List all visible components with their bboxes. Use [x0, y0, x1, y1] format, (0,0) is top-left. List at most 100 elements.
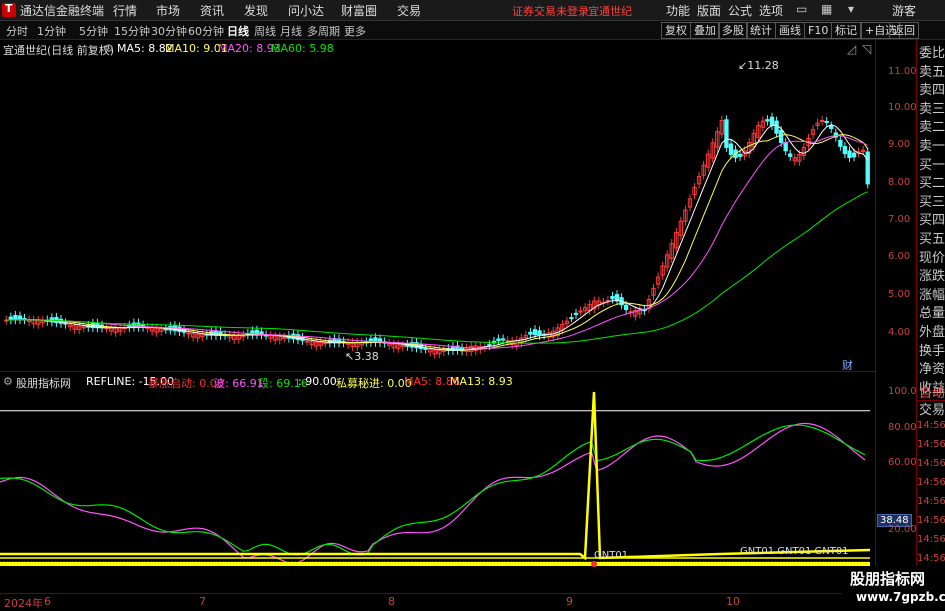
bo-line — [0, 422, 866, 564]
indicator-chart[interactable]: GNT01 GNT01 GNT01 GNT01 — [0, 388, 875, 593]
x-label: 10 — [726, 595, 740, 608]
menu-shichang[interactable]: 市场 — [156, 2, 180, 19]
stats-button[interactable]: 统计 — [746, 22, 776, 39]
ma20-line — [6, 135, 868, 349]
quote-label: 换手 — [919, 343, 945, 359]
window-icon[interactable]: ▭ — [796, 2, 807, 16]
maximize-icon[interactable]: ◿ — [847, 42, 856, 56]
price-tick: 6.00 — [888, 251, 911, 262]
candle-body — [610, 295, 615, 300]
sub-chart-info: ⚙ 股朋指标网 REFLINE: -15.00 暴涨启动: 0.00 波: 66… — [0, 372, 880, 390]
signal-spike — [0, 391, 871, 561]
kline-chart[interactable]: ↙11.28 ↖3.38 财 — [0, 56, 875, 370]
duan-line — [0, 424, 866, 556]
more-icon[interactable]: ▾ — [848, 2, 854, 16]
candle-body — [865, 151, 870, 185]
draw-line-button[interactable]: 画线 — [775, 22, 805, 39]
candle-body — [788, 153, 793, 157]
menu-gongneng[interactable]: 功能 — [666, 2, 690, 19]
quote-label: 净资 — [919, 362, 945, 378]
sub-settings-icon[interactable]: ⚙ — [3, 375, 13, 388]
period-toolbar: 分时 1分钟 5分钟 15分钟 30分钟 60分钟 日线 周线 月线 多周期 更… — [0, 21, 945, 40]
candle-body — [724, 119, 729, 148]
period-fenshi[interactable]: 分时 — [6, 23, 28, 39]
fuquan-button[interactable]: 复权 — [661, 22, 691, 39]
menu-gongshi[interactable]: 公式 — [728, 2, 752, 19]
candle-body — [819, 120, 825, 123]
menu-faxian[interactable]: 发现 — [244, 2, 268, 19]
ma60-label: MA60: 5.98 — [271, 42, 334, 55]
sub-tick: 80.00 — [888, 422, 917, 433]
menu-wenxiaoda[interactable]: 问小达 — [288, 2, 324, 19]
grid-icon[interactable]: ▦ — [821, 2, 832, 16]
period-15min[interactable]: 15分钟 — [114, 23, 150, 39]
period-30min[interactable]: 30分钟 — [151, 23, 187, 39]
menu-jiaoyi[interactable]: 交易 — [397, 2, 421, 19]
menu-xuanxiang[interactable]: 选项 — [759, 2, 783, 19]
quote-label: 卖一 — [919, 139, 945, 154]
f10-button[interactable]: F10 — [804, 22, 833, 39]
quote-label: 现价 — [919, 250, 945, 266]
candle-body — [282, 336, 287, 339]
time-tick: 14:56 — [917, 420, 945, 431]
settings-icon[interactable]: ⚙ — [104, 42, 114, 55]
expand-icon[interactable]: ◹ — [862, 42, 871, 56]
candle-body — [569, 317, 574, 320]
mark-button[interactable]: 标记 — [831, 22, 861, 39]
candle-body — [13, 314, 18, 321]
period-daily[interactable]: 日线 — [227, 23, 249, 39]
candle-body — [824, 120, 829, 123]
multi-stock-button[interactable]: 多股 — [718, 22, 748, 39]
menu-zixun[interactable]: 资讯 — [200, 2, 224, 19]
trade-label[interactable]: 交易 — [919, 402, 945, 421]
guest-label[interactable]: 游客 — [892, 2, 916, 19]
x-axis-line — [0, 593, 875, 594]
candle-body — [847, 150, 852, 158]
candle-body — [532, 329, 538, 336]
v90-label: : 90.00 — [298, 375, 337, 388]
bottom-band — [0, 562, 870, 566]
quote-label: 卖二 — [919, 120, 945, 136]
gnt-label: GNT01 — [594, 550, 628, 561]
price-tick: 11.00 — [888, 66, 917, 77]
quote-label: 卖三 — [919, 101, 945, 117]
candle-body — [838, 139, 843, 147]
time-tick: 14:56 — [917, 534, 945, 545]
candle-body — [17, 315, 23, 321]
time-tick: 14:56 — [917, 496, 945, 507]
menu-banmian[interactable]: 版面 — [697, 2, 721, 19]
login-status[interactable]: 证券交易未登录 — [512, 3, 589, 19]
candle-body — [829, 125, 834, 130]
quote-label: 卖四 — [919, 83, 945, 99]
overlay-button[interactable]: 叠加 — [690, 22, 720, 39]
auto-label[interactable]: 自动 — [919, 385, 945, 404]
time-tick: 14:56 — [917, 458, 945, 469]
period-60min[interactable]: 60分钟 — [188, 23, 224, 39]
menu-caifuquan[interactable]: 财富圈 — [341, 2, 377, 19]
watermark-line2: www.7gpzb.com — [856, 590, 945, 604]
period-weekly[interactable]: 周线 — [254, 23, 276, 39]
candle-body — [623, 304, 629, 311]
watermark: 股朋指标网 www.7gpzb.com — [842, 566, 945, 609]
period-multi[interactable]: 多周期 — [307, 23, 340, 39]
period-1min[interactable]: 1分钟 — [37, 23, 66, 39]
candle-body — [778, 129, 784, 143]
watermark-line1: 股朋指标网 — [850, 570, 926, 588]
candle-body — [573, 312, 579, 315]
time-tick: 14:56 — [917, 553, 945, 564]
quote-label: 买二 — [919, 176, 945, 192]
price-tick: 4.00 — [888, 327, 911, 338]
main-chart-info: 宜通世纪(日线 前复权) ⚙ MA5: 8.82 MA10: 9.01 MA20… — [0, 40, 880, 57]
period-more[interactable]: 更多 — [344, 23, 366, 39]
quote-label: 买五 — [919, 232, 945, 247]
candle-body — [783, 142, 788, 152]
candle-body — [537, 330, 542, 336]
quote-label: 买一 — [919, 157, 945, 173]
menu-hangqing[interactable]: 行情 — [113, 2, 137, 19]
period-5min[interactable]: 5分钟 — [79, 23, 108, 39]
back-button[interactable]: 返回 — [889, 22, 919, 39]
signal-dot — [591, 561, 597, 567]
period-monthly[interactable]: 月线 — [280, 23, 302, 39]
candle-body — [578, 310, 583, 313]
quote-label: 买三 — [919, 194, 945, 210]
